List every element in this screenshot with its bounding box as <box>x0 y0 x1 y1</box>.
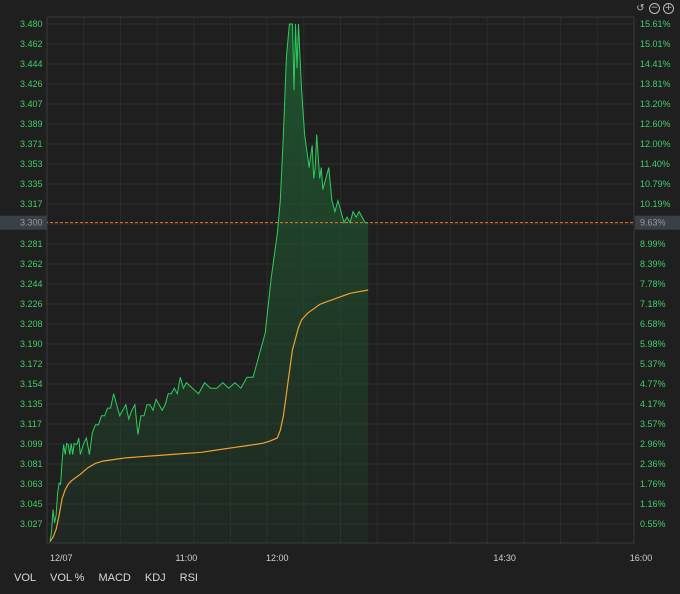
y-left-tick-label: 3.154 <box>20 379 43 389</box>
y-right-tick-label: 8.39% <box>640 259 666 269</box>
y-left-tick-label: 3.190 <box>20 339 43 349</box>
y-right-tick-label: 4.77% <box>640 379 666 389</box>
y-left-tick-label: 3.317 <box>20 199 43 209</box>
y-left-tick-label: 3.099 <box>20 439 43 449</box>
y-left-tick-label: 3.371 <box>20 139 43 149</box>
indicator-macd[interactable]: MACD <box>98 572 130 584</box>
y-right-tick-label: 1.76% <box>640 479 666 489</box>
y-left-tick-label: 3.281 <box>20 239 43 249</box>
indicator-kdj[interactable]: KDJ <box>145 572 166 584</box>
x-tick-label: 12/07 <box>50 553 73 563</box>
y-right-tick-label: 11.40% <box>640 159 670 169</box>
x-tick-label: 12:00 <box>266 553 289 563</box>
y-left-tick-label: 3.480 <box>20 19 43 29</box>
y-left-tick-label: 3.353 <box>20 159 43 169</box>
y-left-tick-label: 3.389 <box>20 119 43 129</box>
y-left-tick-label: 3.335 <box>20 179 43 189</box>
y-right-tick-label: 5.98% <box>640 339 666 349</box>
y-left-tick-label: 3.045 <box>20 499 43 509</box>
y-left-tick-label: 3.081 <box>20 459 43 469</box>
y-right-tick-label: 8.99% <box>640 239 666 249</box>
y-right-tick-label: 7.18% <box>640 299 666 309</box>
y-right-tick-label: 0.55% <box>640 519 666 529</box>
y-left-tick-label: 3.117 <box>20 419 42 429</box>
y-left-tick-label: 3.063 <box>20 479 43 489</box>
y-right-tick-label: 13.20% <box>640 99 671 109</box>
current-price-left-label: 3.300 <box>20 218 43 228</box>
y-right-tick-label: 12.00% <box>640 139 671 149</box>
y-right-tick-label: 12.60% <box>640 119 671 129</box>
x-tick-label: 11:00 <box>175 553 197 563</box>
intraday-price-chart[interactable]: 3.300 9.63% 3.480 3.462 3.444 3.426 3.407 3.38… <box>0 0 680 594</box>
y-right-tick-label: 10.19% <box>640 199 671 209</box>
indicator-tabs: VOL VOL % MACD KDJ RSI <box>14 572 198 584</box>
x-tick-label: 14:30 <box>493 553 516 563</box>
y-left-tick-label: 3.135 <box>20 399 43 409</box>
y-right-tick-label: 13.81% <box>640 79 671 89</box>
y-right-tick-label: 15.01% <box>640 39 671 49</box>
y-left-tick-label: 3.407 <box>20 99 43 109</box>
current-price-right-label: 9.63% <box>640 218 666 228</box>
y-right-tick-label: 2.96% <box>640 439 666 449</box>
y-right-tick-label: 4.17% <box>640 399 666 409</box>
y-right-tick-label: 5.37% <box>640 359 666 369</box>
y-left-tick-label: 3.444 <box>20 59 43 69</box>
y-left-tick-label: 3.262 <box>20 259 43 269</box>
y-right-tick-label: 6.58% <box>640 319 666 329</box>
y-right-tick-label: 14.41% <box>640 59 671 69</box>
left-price-axis: 3.480 3.462 3.444 3.426 3.407 3.389 3.371 3.353… <box>20 19 43 529</box>
y-right-tick-label: 15.61% <box>640 19 671 29</box>
y-left-tick-label: 3.208 <box>20 319 43 329</box>
undo-icon[interactable]: ↺ <box>635 3 646 14</box>
y-left-tick-label: 3.172 <box>20 359 43 369</box>
y-left-tick-label: 3.027 <box>20 519 43 529</box>
y-right-tick-label: 7.78% <box>640 279 666 289</box>
time-axis: 12/07 11:00 12:00 14:30 16:00 <box>50 553 652 563</box>
zoom-in-icon[interactable]: + <box>663 3 674 14</box>
x-tick-label: 16:00 <box>630 553 653 563</box>
y-right-tick-label: 10.79% <box>640 179 671 189</box>
y-right-tick-label: 3.57% <box>640 419 666 429</box>
indicator-rsi[interactable]: RSI <box>180 572 198 584</box>
y-left-tick-label: 3.426 <box>20 79 43 89</box>
y-left-tick-label: 3.244 <box>20 279 43 289</box>
y-left-tick-label: 3.226 <box>20 299 43 309</box>
right-percent-axis: 15.61% 15.01% 14.41% 13.81% 13.20% 12.60% 12.0… <box>640 19 671 529</box>
zoom-out-icon[interactable]: − <box>649 3 660 14</box>
y-right-tick-label: 1.16% <box>640 499 666 509</box>
indicator-vol-percent[interactable]: VOL % <box>50 572 84 584</box>
y-left-tick-label: 3.462 <box>20 39 43 49</box>
y-right-tick-label: 2.36% <box>640 459 666 469</box>
indicator-vol[interactable]: VOL <box>14 572 36 584</box>
